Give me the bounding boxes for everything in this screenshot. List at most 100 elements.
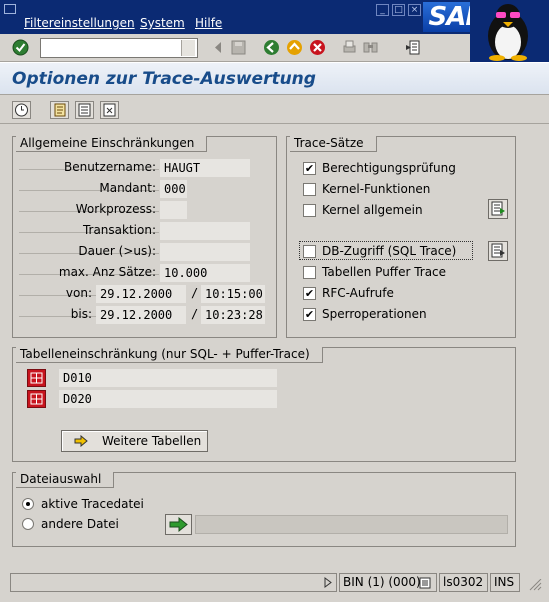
file-path-field[interactable] <box>195 515 508 534</box>
status-message-area <box>10 573 337 592</box>
back-icon[interactable] <box>263 39 280 56</box>
clock-execute-icon <box>15 103 28 117</box>
command-history-icon[interactable] <box>181 40 195 56</box>
page-title: Optionen zur Trace-Auswertung <box>12 69 316 89</box>
to-time-field[interactable]: 10:23:28 <box>201 306 265 324</box>
checkbox-table-buffer[interactable] <box>303 266 316 279</box>
checkbox-db-access[interactable] <box>303 245 316 258</box>
workprocess-field[interactable] <box>160 201 187 219</box>
status-bar: BIN (1) (000) ls0302 INS <box>10 573 549 593</box>
kernel-functions-label: Kernel-Funktionen <box>322 182 431 196</box>
table-row-2-icon[interactable] <box>27 390 46 408</box>
application-toolbar <box>0 96 549 124</box>
menu-hilfe[interactable]: Hilfe <box>195 16 222 30</box>
to-label: bis: <box>70 307 92 321</box>
duration-label: Dauer (>us): <box>78 244 156 258</box>
from-time-field[interactable]: 10:15:00 <box>201 285 265 303</box>
server-info: ls0302 <box>439 573 488 592</box>
penguin-logo <box>470 0 549 62</box>
choose-file-button[interactable] <box>165 514 192 535</box>
active-trace-file-label: aktive Tracedatei <box>41 497 144 511</box>
more-tables-button[interactable]: Weitere Tabellen <box>61 430 208 452</box>
kernel-general-details-button[interactable] <box>488 199 508 219</box>
username-label: Benutzername: <box>63 160 156 174</box>
table-row-2-field[interactable]: D020 <box>59 390 277 408</box>
command-field[interactable] <box>40 38 198 58</box>
system-menu-icon[interactable] <box>4 4 16 14</box>
cancel-icon[interactable] <box>309 39 326 56</box>
command-input[interactable] <box>41 39 181 57</box>
db-access-details-button[interactable] <box>488 241 508 261</box>
duration-field[interactable] <box>160 243 250 261</box>
enter-checkmark-icon[interactable] <box>12 39 29 56</box>
transaction-label: Transaktion: <box>82 223 156 237</box>
system-info-list-icon[interactable] <box>419 577 431 589</box>
script-icon <box>54 103 66 117</box>
checkbox-authorization[interactable]: ✔ <box>303 162 316 175</box>
authorization-label: Berechtigungsprüfung <box>322 161 456 175</box>
table-restriction-title: Tabelleneinschränkung (nur SQL- + Puffer… <box>16 347 323 363</box>
checkbox-rfc-calls[interactable]: ✔ <box>303 287 316 300</box>
arrow-green-icon <box>169 516 188 533</box>
max-records-label: max. Anz Sätze: <box>58 265 156 279</box>
general-restrictions-title: Allgemeine Einschränkungen <box>16 136 208 152</box>
lock-operations-label: Sperroperationen <box>322 307 427 321</box>
title-bar: Optionen zur Trace-Auswertung <box>0 62 549 95</box>
execute-button[interactable] <box>12 101 31 119</box>
from-date-field[interactable]: 29.12.2000 <box>96 285 186 303</box>
maximize-icon[interactable]: □ <box>392 4 405 16</box>
username-field[interactable]: HAUGT <box>160 159 250 177</box>
table-selection-icon <box>30 393 43 405</box>
close-window-icon[interactable]: × <box>408 4 421 16</box>
file-selection-title: Dateiauswahl <box>16 472 115 488</box>
to-separator: / <box>191 307 199 321</box>
from-separator: / <box>191 286 199 300</box>
rfc-calls-label: RFC-Aufrufe <box>322 286 394 300</box>
client-label: Mandant: <box>99 181 156 195</box>
trace-settings-button[interactable] <box>100 101 119 119</box>
activate-trace-button[interactable] <box>50 101 69 119</box>
table-buffer-label: Tabellen Puffer Trace <box>322 265 447 279</box>
kernel-general-label: Kernel allgemein <box>322 203 423 217</box>
table-row-1-icon[interactable] <box>27 369 46 387</box>
checkbox-lock-operations[interactable]: ✔ <box>303 308 316 321</box>
resize-grip-icon[interactable] <box>522 578 542 591</box>
settings-doc-icon <box>103 103 116 117</box>
display-trace-button[interactable] <box>75 101 94 119</box>
radio-active-trace-file[interactable] <box>22 498 34 510</box>
trace-records-title: Trace-Sätze <box>290 136 377 152</box>
other-file-label: andere Datei <box>41 517 119 531</box>
exit-icon[interactable] <box>286 39 303 56</box>
file-selection-group: Dateiauswahl aktive Tracedatei andere Da… <box>12 472 516 547</box>
general-restrictions-group: Allgemeine Einschränkungen Benutzername:… <box>12 136 277 338</box>
db-access-label: DB-Zugriff (SQL Trace) <box>322 244 457 258</box>
checkbox-kernel-general[interactable] <box>303 204 316 217</box>
table-row-1-field[interactable]: D010 <box>59 369 277 387</box>
workprocess-label: Workprozess: <box>75 202 156 216</box>
find-icon[interactable] <box>362 39 379 56</box>
transaction-field[interactable] <box>160 222 250 240</box>
status-expand-icon[interactable] <box>323 577 333 588</box>
radio-other-file[interactable] <box>22 518 34 530</box>
max-records-field[interactable]: 10.000 <box>160 264 250 282</box>
arrow-right-icon <box>74 435 88 447</box>
details-doc-icon <box>491 243 505 258</box>
menu-system[interactable]: System <box>140 16 185 30</box>
client-field[interactable]: 000 <box>160 180 187 198</box>
save-icon[interactable] <box>230 39 247 56</box>
document-list-icon <box>78 103 91 117</box>
radio-selected-dot <box>26 502 30 506</box>
new-session-icon[interactable] <box>404 39 421 56</box>
from-label: von: <box>65 286 92 300</box>
details-green-icon <box>491 201 505 216</box>
menu-filtereinstellungen[interactable]: Filtereinstellungen <box>24 16 135 30</box>
separator-arrow-icon <box>215 42 221 53</box>
checkbox-kernel-functions[interactable] <box>303 183 316 196</box>
to-date-field[interactable]: 29.12.2000 <box>96 306 186 324</box>
system-info-text: BIN (1) (000) <box>343 575 421 589</box>
insert-mode: INS <box>490 573 520 592</box>
trace-records-group: Trace-Sätze ✔ Berechtigungsprüfung Kerne… <box>286 136 516 338</box>
table-restriction-group: Tabelleneinschränkung (nur SQL- + Puffer… <box>12 347 516 462</box>
minimize-icon[interactable]: _ <box>376 4 389 16</box>
print-icon[interactable] <box>341 39 358 56</box>
